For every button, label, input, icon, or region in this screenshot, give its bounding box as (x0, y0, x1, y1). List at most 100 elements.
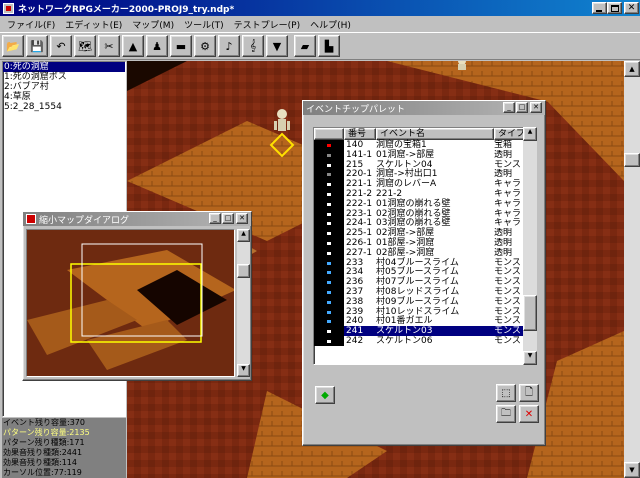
event-dot-icon (327, 163, 331, 167)
minimap-scroll-up-icon[interactable]: ▲ (237, 229, 250, 242)
scroll-down-arrow-icon[interactable]: ▼ (624, 462, 640, 478)
event-palette-window[interactable]: イベントチップパレット _ □ ✕ 番号 イベント名 タイプ 140 洞窟の宝箱1… (302, 100, 546, 446)
menu-help[interactable]: ヘルプ(H) (305, 18, 356, 31)
close-icon: ✕ (627, 3, 636, 13)
event-dot-icon (327, 271, 331, 275)
event-number: 140 (346, 140, 364, 150)
menu-file[interactable]: ファイル(F) (2, 18, 60, 31)
event-list-scrollbar[interactable]: ▲ ▼ (523, 127, 537, 365)
minimap-dialog[interactable]: 縮小マップダイアログ _ □ ✕ ▲ ▼ (22, 211, 252, 381)
minimize-button[interactable] (592, 2, 607, 14)
menu-tool[interactable]: ツール(T) (179, 18, 229, 31)
terrain-button[interactable]: ▲ (122, 35, 144, 57)
sound-button[interactable]: ♪ (218, 35, 240, 57)
menu-edit[interactable]: エディット(E) (60, 18, 127, 31)
event-row[interactable]: 241 スケルトン03 モンス (314, 326, 536, 336)
undo-button[interactable]: ↶ (50, 35, 72, 57)
palette-minimize-button[interactable]: _ (503, 102, 515, 113)
script-button[interactable]: ⚙ (194, 35, 216, 57)
event-row[interactable]: 224-1 03洞窟の崩れる壁 キャラ (314, 218, 536, 228)
event-row[interactable]: 221-2 221-2 キャラ (314, 188, 536, 199)
minimap-app-icon (26, 214, 36, 224)
col-header-number[interactable]: 番号 (344, 128, 376, 140)
palette-maximize-button[interactable]: □ (516, 102, 528, 113)
character-button[interactable]: ♟ (146, 35, 168, 57)
event-name: 村01番ガエル (376, 316, 433, 327)
event-row[interactable]: 238 村09ブルースライム モンス (314, 296, 536, 307)
layer-map-button[interactable]: ▰ (294, 35, 316, 57)
menu-testplay[interactable]: テストプレー(P) (229, 18, 305, 31)
event-row[interactable]: 140 洞窟の宝箱1 宝箱 (314, 140, 536, 150)
scroll-up-arrow-icon[interactable]: ▲ (624, 61, 640, 77)
event-row[interactable]: 226-1 01部屋->洞窟 透明 (314, 237, 536, 248)
maximize-button[interactable] (607, 2, 622, 14)
palette-title-bar[interactable]: イベントチップパレット _ □ ✕ (303, 101, 545, 115)
list-scroll-up-icon[interactable]: ▲ (523, 127, 537, 141)
test-play-button[interactable]: ▼ (266, 35, 288, 57)
palette-close-button[interactable]: ✕ (530, 102, 542, 113)
map-item-3[interactable]: 4:草原 (3, 92, 125, 102)
minimap-canvas[interactable] (26, 229, 235, 377)
minimap-scroll-down-icon[interactable]: ▼ (237, 364, 250, 377)
event-number: 221-2 (346, 188, 373, 199)
map-properties-button[interactable]: 🗺 (74, 35, 96, 57)
event-row[interactable]: 215 スケルトン04 モンス (314, 159, 536, 169)
event-type-icon (314, 267, 344, 278)
delete-event-button[interactable]: ✕ (519, 405, 539, 423)
list-scroll-down-icon[interactable]: ▼ (523, 351, 537, 365)
event-row[interactable]: 233 村04ブルースライム モンス (314, 257, 536, 267)
map-item-4[interactable]: 5:2_28_1554 (3, 102, 125, 112)
event-row[interactable]: 236 村07ブルースライム モンス (314, 277, 536, 287)
event-row[interactable]: 242 スケルトン06 モンス (314, 335, 536, 346)
minimap-scrollbar[interactable]: ▲ ▼ (237, 229, 250, 377)
map-item-2[interactable]: 2:バブア村 (3, 82, 125, 92)
dotted-square-icon: ⬚ (501, 387, 511, 399)
tool-button[interactable]: ✂ (98, 35, 120, 57)
copy-event-button[interactable]: 🗋 (519, 384, 539, 402)
event-row[interactable]: 223-1 02洞窟の崩れる壁 キャラ (314, 208, 536, 219)
minimap-tiles (27, 230, 234, 376)
event-row[interactable]: 225-1 02洞窟->部屋 透明 (314, 228, 536, 238)
new-event-button[interactable]: ⬚ (496, 384, 516, 402)
event-row[interactable]: 221-1 洞窟のレバーA キャラ (314, 179, 536, 189)
event-name: 02洞窟の崩れる壁 (376, 208, 451, 219)
event-row[interactable]: 227-1 02部屋->洞窟 透明 (314, 247, 536, 258)
minimap-maximize-button[interactable]: □ (222, 213, 234, 224)
event-property-button[interactable]: ◆ (315, 386, 335, 404)
save-button[interactable]: 💾 (26, 35, 48, 57)
event-row[interactable]: 222-1 01洞窟の崩れる壁 キャラ (314, 198, 536, 209)
music-button[interactable]: 𝄞 (242, 35, 264, 57)
app-icon[interactable] (3, 2, 14, 14)
event-type-icon (314, 218, 344, 229)
col-header-name[interactable]: イベント名 (376, 128, 494, 140)
open-button[interactable]: 📂 (2, 35, 24, 57)
scroll-thumb[interactable] (624, 153, 640, 167)
material-button[interactable]: ▬ (170, 35, 192, 57)
window-title-bar: ネットワークRPGメーカー2000-PROJ9_try.ndp* ✕ (0, 0, 640, 16)
skeleton-sprite[interactable] (458, 61, 466, 70)
minimap-title-bar[interactable]: 縮小マップダイアログ _ □ ✕ (23, 212, 251, 226)
edit-event-button[interactable]: 🗀 (496, 405, 516, 423)
minimap-close-button[interactable]: ✕ (236, 213, 248, 224)
event-list[interactable]: 番号 イベント名 タイプ 140 洞窟の宝箱1 宝箱 141-1 01洞窟->部屋 透明 2… (313, 127, 537, 365)
minimap-scroll-thumb[interactable] (237, 264, 250, 278)
col-header-icon[interactable] (314, 128, 344, 140)
event-row[interactable]: 239 村10レッドスライム モンス (314, 306, 536, 316)
event-row[interactable]: 141-1 01洞窟->部屋 透明 (314, 149, 536, 160)
event-row[interactable]: 237 村08レッドスライム モンス (314, 286, 536, 297)
map-item-0[interactable]: 0:死の洞窟 (3, 62, 125, 72)
menu-map[interactable]: マップ(M) (127, 18, 179, 31)
minimap-minimize-button[interactable]: _ (209, 213, 221, 224)
layer-event-button[interactable]: ▙ (318, 35, 340, 57)
event-type-icon (314, 277, 344, 287)
list-scroll-thumb[interactable] (523, 295, 537, 331)
trumpet-icon: ♪ (225, 39, 233, 53)
event-row[interactable]: 220-1 洞窟->村出口1 透明 (314, 169, 536, 179)
event-number: 241 (346, 326, 364, 337)
map-item-1[interactable]: 1:死の洞窟ボス (3, 72, 125, 82)
map-vertical-scrollbar[interactable]: ▲ ▼ (624, 61, 640, 478)
event-row[interactable]: 240 村01番ガエル モンス (314, 316, 536, 326)
event-row[interactable]: 234 村05ブルースライム モンス (314, 267, 536, 277)
folder-icon: 📂 (6, 39, 20, 53)
close-button[interactable]: ✕ (624, 2, 639, 14)
